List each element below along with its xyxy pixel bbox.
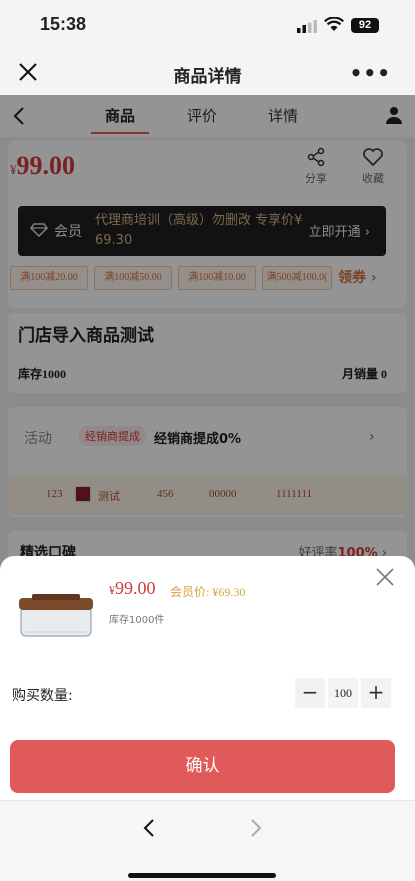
more-icon[interactable]: ••• — [350, 61, 391, 85]
decrease-button[interactable]: − — [295, 678, 325, 708]
forward-icon[interactable] — [247, 817, 265, 839]
sheet-price: ¥99.00 — [109, 578, 156, 598]
quantity-stepper: − 100 + — [295, 678, 391, 708]
status-time: 15:38 — [40, 14, 87, 34]
increase-button[interactable]: + — [361, 678, 391, 708]
purchase-sheet: ¥99.00 会员价: ¥69.30 库存1000件 购买数量: − 100 +… — [0, 556, 415, 800]
wifi-icon — [324, 17, 344, 31]
product-thumbnail — [19, 594, 93, 637]
sheet-stock: 库存1000件 — [109, 615, 165, 626]
battery-indicator: 92 — [351, 18, 379, 33]
home-indicator — [128, 873, 276, 878]
mini-program-navbar: 商品详情 ••• — [0, 50, 415, 95]
close-icon[interactable] — [375, 567, 395, 587]
browser-toolbar — [0, 800, 415, 881]
quantity-label: 购买数量: — [12, 688, 73, 704]
back-icon[interactable] — [140, 817, 158, 839]
sheet-member-price: 会员价: ¥69.30 — [170, 585, 246, 599]
quantity-value[interactable]: 100 — [328, 678, 358, 708]
status-bar: 15:38 92 — [0, 0, 415, 50]
cellular-signal-icon — [297, 20, 317, 33]
confirm-button[interactable]: 确认 — [10, 740, 395, 793]
